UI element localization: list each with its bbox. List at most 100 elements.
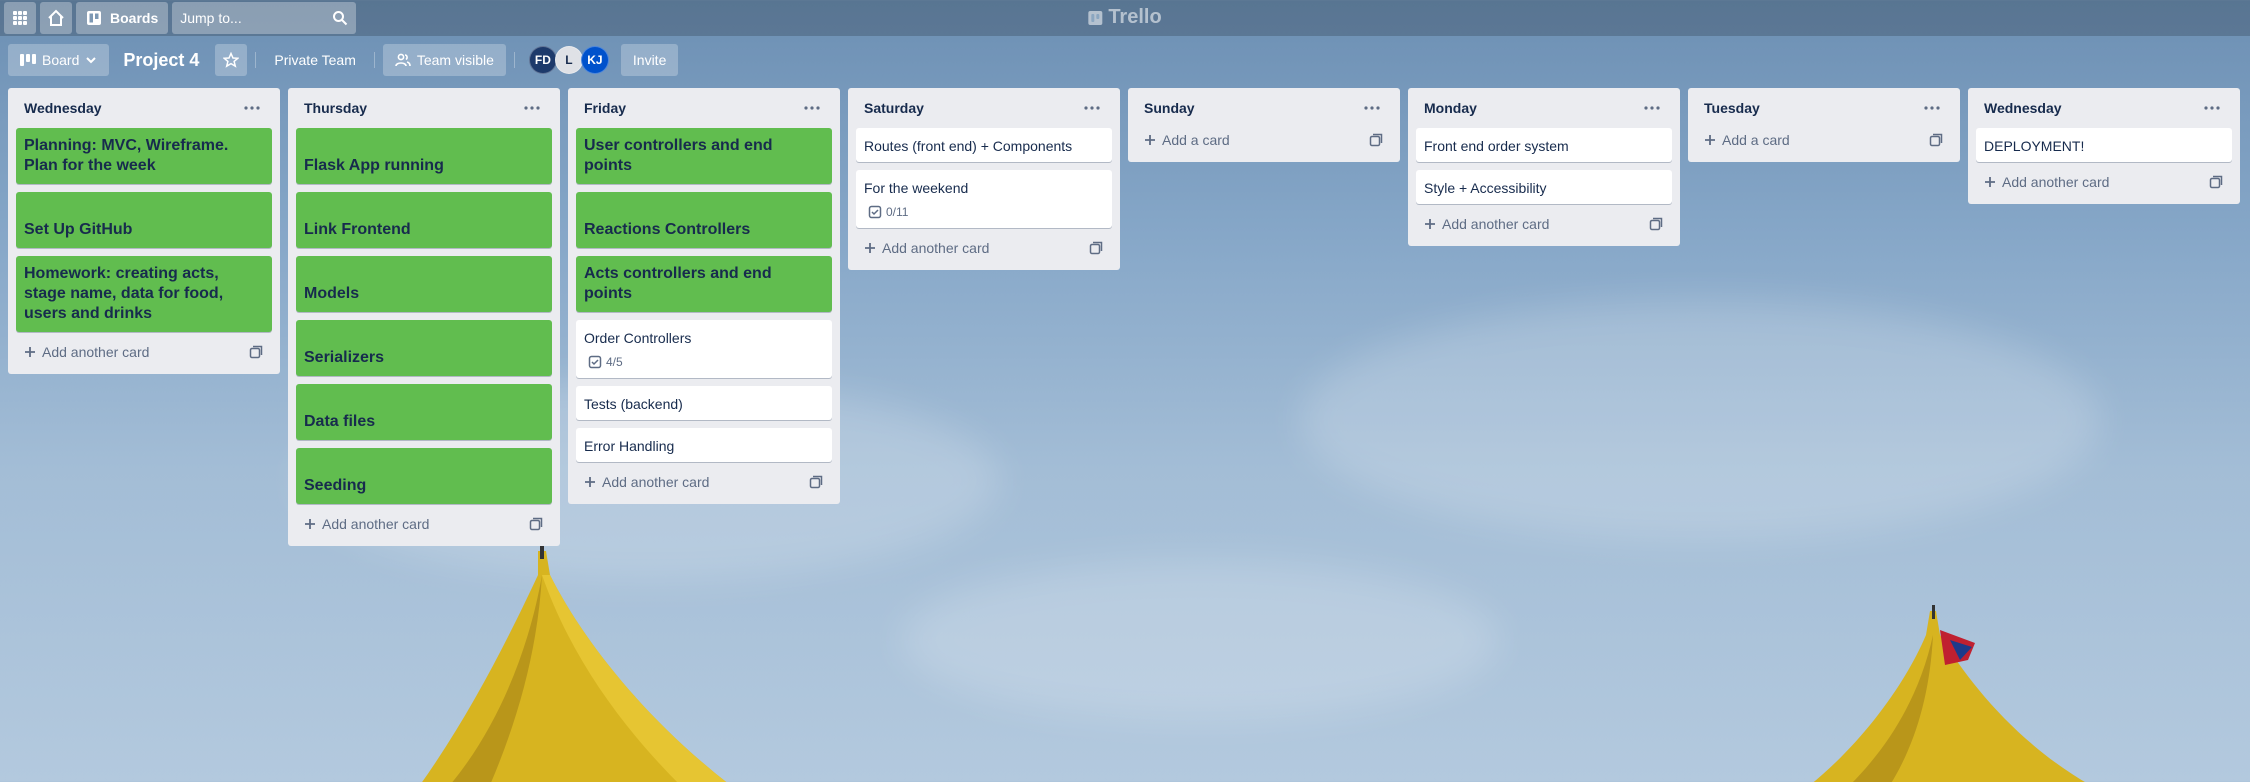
create-from-template-button[interactable] xyxy=(244,340,268,364)
card[interactable]: Link Frontend xyxy=(296,192,552,248)
card[interactable]: Set Up GitHub xyxy=(16,192,272,248)
list-title[interactable]: Saturday xyxy=(864,100,924,116)
list-header[interactable]: Friday xyxy=(576,88,832,128)
trello-logo-icon xyxy=(1088,10,1103,25)
avatar[interactable]: FD xyxy=(528,46,557,74)
board-icon xyxy=(87,11,101,25)
list-header[interactable]: Thursday xyxy=(296,88,552,128)
create-from-template-button[interactable] xyxy=(1084,236,1108,260)
plus-icon xyxy=(1985,177,1995,187)
trello-logo-text: Trello xyxy=(1108,6,1162,28)
list-title[interactable]: Friday xyxy=(584,100,626,116)
card-title: Acts controllers and end points xyxy=(584,265,772,302)
board-view-label: Board xyxy=(42,52,80,68)
add-card-label: Add another card xyxy=(1442,216,1550,232)
list-menu-button[interactable] xyxy=(1640,96,1664,120)
create-from-template-button[interactable] xyxy=(1644,212,1668,236)
add-card-row: Add another card xyxy=(1976,168,2232,196)
add-card-button[interactable]: Add another card xyxy=(1984,174,2109,190)
create-from-template-button[interactable] xyxy=(524,512,548,536)
list-menu-button[interactable] xyxy=(1360,96,1384,120)
card[interactable]: Acts controllers and end points xyxy=(576,256,832,312)
team-icon xyxy=(395,53,411,67)
boards-button[interactable]: Boards xyxy=(76,2,169,34)
board-view-switcher[interactable]: Board xyxy=(8,44,110,76)
list-header[interactable]: Sunday xyxy=(1136,88,1392,128)
home-button[interactable] xyxy=(40,2,72,34)
card-template-icon xyxy=(1649,217,1663,231)
list-header[interactable]: Tuesday xyxy=(1696,88,1952,128)
create-from-template-button[interactable] xyxy=(1364,128,1388,152)
card[interactable]: Reactions Controllers xyxy=(576,192,832,248)
card[interactable]: Routes (front end) + Components xyxy=(856,128,1112,162)
list-title[interactable]: Sunday xyxy=(1144,100,1195,116)
board-title[interactable]: Project 4 xyxy=(113,50,211,71)
search-icon xyxy=(333,11,348,26)
list-menu-button[interactable] xyxy=(1920,96,1944,120)
list-menu-button[interactable] xyxy=(520,96,544,120)
card[interactable]: Front end order system xyxy=(1416,128,1672,162)
list-menu-button[interactable] xyxy=(800,96,824,120)
trello-logo[interactable]: Trello xyxy=(1088,6,1162,29)
card-title: Front end order system xyxy=(1424,138,1569,154)
apps-menu-button[interactable] xyxy=(4,2,36,34)
list-title[interactable]: Thursday xyxy=(304,100,367,116)
create-from-template-button[interactable] xyxy=(1924,128,1948,152)
create-from-template-button[interactable] xyxy=(2204,170,2228,194)
list-friday: Friday User controllers and end points Rea… xyxy=(568,88,840,504)
list-title[interactable]: Tuesday xyxy=(1704,100,1760,116)
card[interactable]: DEPLOYMENT! xyxy=(1976,128,2232,162)
list-header[interactable]: Monday xyxy=(1416,88,1672,128)
create-from-template-button[interactable] xyxy=(804,470,828,494)
add-card-row: Add a card xyxy=(1696,126,1952,154)
list-menu-button[interactable] xyxy=(240,96,264,120)
invite-button[interactable]: Invite xyxy=(620,44,679,76)
card-template-icon xyxy=(249,345,263,359)
card[interactable]: User controllers and end points xyxy=(576,128,832,184)
card[interactable]: Homework: creating acts, stage name, dat… xyxy=(16,256,272,332)
card[interactable]: Flask App running xyxy=(296,128,552,184)
card[interactable]: Seeding xyxy=(296,448,552,504)
add-card-row: Add another card xyxy=(296,510,552,538)
list-header[interactable]: Wednesday xyxy=(16,88,272,128)
list-wednesday: Wednesday DEPLOYMENT! Add another card xyxy=(1968,88,2240,204)
card[interactable]: Data files xyxy=(296,384,552,440)
card[interactable]: Models xyxy=(296,256,552,312)
visibility-button[interactable]: Team visible xyxy=(382,44,506,76)
plus-icon xyxy=(585,477,595,487)
add-card-button[interactable]: Add another card xyxy=(24,344,149,360)
add-card-button[interactable]: Add another card xyxy=(584,474,709,490)
card[interactable]: Planning: MVC, Wireframe. Plan for the w… xyxy=(16,128,272,184)
avatar[interactable]: KJ xyxy=(580,46,609,74)
card[interactable]: Error Handling xyxy=(576,428,832,462)
list-title[interactable]: Monday xyxy=(1424,100,1477,116)
card[interactable]: Serializers xyxy=(296,320,552,376)
search-box[interactable] xyxy=(172,2,357,34)
checklist-badge: 0/11 xyxy=(868,202,1104,222)
more-options-icon xyxy=(524,106,540,110)
more-options-icon xyxy=(804,106,820,110)
team-button[interactable]: Private Team xyxy=(264,44,365,76)
list-header[interactable]: Saturday xyxy=(856,88,1112,128)
search-input[interactable] xyxy=(180,10,321,26)
add-card-button[interactable]: Add another card xyxy=(1424,216,1549,232)
card[interactable]: Tests (backend) xyxy=(576,386,832,420)
star-board-button[interactable] xyxy=(215,44,248,76)
add-card-button[interactable]: Add another card xyxy=(864,240,989,256)
list-title[interactable]: Wednesday xyxy=(24,100,102,116)
list-menu-button[interactable] xyxy=(2200,96,2224,120)
list-title[interactable]: Wednesday xyxy=(1984,100,2062,116)
card[interactable]: Style + Accessibility xyxy=(1416,170,1672,204)
avatar[interactable]: L xyxy=(554,46,583,74)
list-header[interactable]: Wednesday xyxy=(1976,88,2232,128)
card[interactable]: For the weekend 0/11 xyxy=(856,170,1112,228)
add-card-button[interactable]: Add a card xyxy=(1144,132,1230,148)
card-template-icon xyxy=(809,475,823,489)
add-card-button[interactable]: Add a card xyxy=(1704,132,1790,148)
add-card-button[interactable]: Add another card xyxy=(304,516,429,532)
boards-label: Boards xyxy=(110,10,159,26)
header-divider xyxy=(513,52,515,68)
card[interactable]: Order Controllers 4/5 xyxy=(576,320,832,378)
card-title: Error Handling xyxy=(584,438,675,454)
list-menu-button[interactable] xyxy=(1080,96,1104,120)
